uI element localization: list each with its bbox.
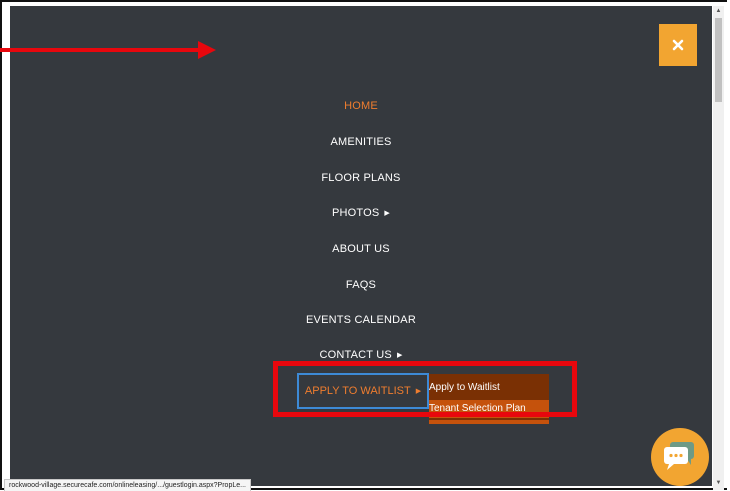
submenu-item-tenant-selection-plan[interactable]: Tenant Selection Plan <box>429 400 549 418</box>
close-menu-button[interactable] <box>659 24 697 66</box>
nav-item-label: FAQS <box>345 279 377 291</box>
nav-item-label: APPLY TO WAITLIST <box>304 385 411 397</box>
nav-item-floor-plans[interactable]: FLOOR PLANS <box>10 172 712 184</box>
chat-button[interactable] <box>651 428 709 486</box>
nav-item-label: CONTACT US <box>319 349 392 361</box>
caret-right-icon: ▶ <box>415 388 422 395</box>
nav-item-events-calendar[interactable]: EVENTS CALENDAR <box>10 314 712 326</box>
nav-item-amenities[interactable]: AMENITIES <box>10 136 712 148</box>
nav-item-about-us[interactable]: ABOUT US <box>10 243 712 255</box>
submenu-item-label: Tenant Selection Plan <box>429 403 526 414</box>
browser-status-bar: rockwood-village.securecafe.com/onlinele… <box>4 479 251 491</box>
scroll-up-icon[interactable]: ▲ <box>713 6 724 16</box>
status-url: rockwood-village.securecafe.com/onlinele… <box>9 482 246 489</box>
nav-item-label: FLOOR PLANS <box>321 172 401 184</box>
annotation-arrow-shaft <box>0 48 200 52</box>
nav-item-label: PHOTOS <box>331 207 380 219</box>
scroll-down-icon[interactable]: ▼ <box>713 478 724 488</box>
submenu-item-apply-to-waitlist[interactable]: Apply to Waitlist <box>429 379 549 397</box>
vertical-scrollbar[interactable]: ▲ ▼ <box>713 6 724 490</box>
nav-item-label: ABOUT US <box>332 243 390 255</box>
submenu-divider <box>429 420 549 424</box>
nav-item-label: EVENTS CALENDAR <box>306 314 416 326</box>
close-icon <box>672 39 684 51</box>
annotation-arrow-icon <box>198 41 216 59</box>
caret-right-icon: ▶ <box>396 352 403 359</box>
nav-item-label: AMENITIES <box>330 136 392 148</box>
apply-submenu: Apply to Waitlist Tenant Selection Plan <box>429 374 549 424</box>
nav-item-contact-us[interactable]: CONTACT US ▶ <box>10 349 712 361</box>
nav-item-faqs[interactable]: FAQS <box>10 279 712 291</box>
nav-item-label: HOME <box>344 100 378 112</box>
caret-right-icon: ▶ <box>384 210 391 217</box>
nav-item-apply-to-waitlist[interactable]: APPLY TO WAITLIST ▶ <box>297 373 429 409</box>
submenu-item-label: Apply to Waitlist <box>429 382 500 393</box>
nav-item-photos[interactable]: PHOTOS ▶ <box>10 207 712 219</box>
scrollbar-thumb[interactable] <box>715 18 722 102</box>
chat-bubble-icon <box>664 442 694 470</box>
nav-item-home[interactable]: HOME <box>10 100 712 112</box>
